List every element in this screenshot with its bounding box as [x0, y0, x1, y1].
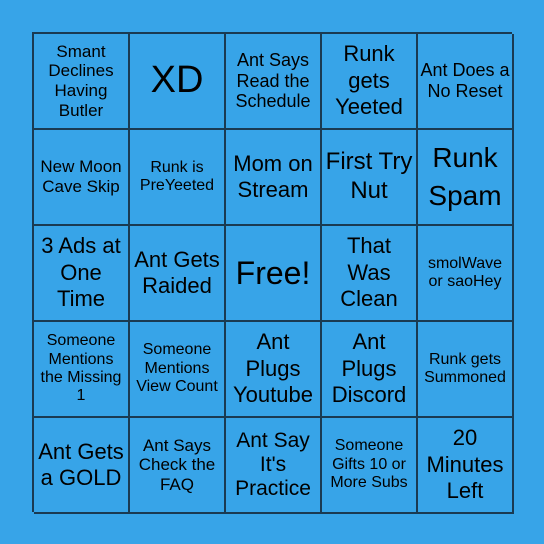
bingo-cell[interactable]: Someone Mentions the Missing 1	[34, 322, 130, 418]
bingo-cell[interactable]: Ant Plugs Discord	[322, 322, 418, 418]
bingo-cell[interactable]: Ant Says Check the FAQ	[130, 418, 226, 514]
bingo-board: Smant Declines Having Butler XD Ant Says…	[32, 32, 514, 514]
bingo-cell[interactable]: Ant Says Read the Schedule	[226, 34, 322, 130]
bingo-cell[interactable]: Mom on Stream	[226, 130, 322, 226]
bingo-cell[interactable]: Ant Does a No Reset	[418, 34, 514, 130]
bingo-cell[interactable]: Ant Gets a GOLD	[34, 418, 130, 514]
bingo-cell[interactable]: Runk is PreYeeted	[130, 130, 226, 226]
bingo-cell[interactable]: Ant Plugs Youtube	[226, 322, 322, 418]
free-space-cell[interactable]: Free!	[226, 226, 322, 322]
bingo-cell[interactable]: Ant Say It's Practice	[226, 418, 322, 514]
bingo-cell[interactable]: Someone Mentions View Count	[130, 322, 226, 418]
bingo-cell[interactable]: First Try Nut	[322, 130, 418, 226]
bingo-cell[interactable]: smolWave or saoHey	[418, 226, 514, 322]
bingo-cell[interactable]: Ant Gets Raided	[130, 226, 226, 322]
bingo-cell[interactable]: Runk gets Yeeted	[322, 34, 418, 130]
bingo-cell[interactable]: XD	[130, 34, 226, 130]
bingo-cell[interactable]: 20 Minutes Left	[418, 418, 514, 514]
bingo-cell[interactable]: Someone Gifts 10 or More Subs	[322, 418, 418, 514]
bingo-cell[interactable]: Runk Spam	[418, 130, 514, 226]
bingo-cell[interactable]: Smant Declines Having Butler	[34, 34, 130, 130]
bingo-cell[interactable]: 3 Ads at One Time	[34, 226, 130, 322]
bingo-cell[interactable]: New Moon Cave Skip	[34, 130, 130, 226]
bingo-cell[interactable]: That Was Clean	[322, 226, 418, 322]
bingo-cell[interactable]: Runk gets Summoned	[418, 322, 514, 418]
